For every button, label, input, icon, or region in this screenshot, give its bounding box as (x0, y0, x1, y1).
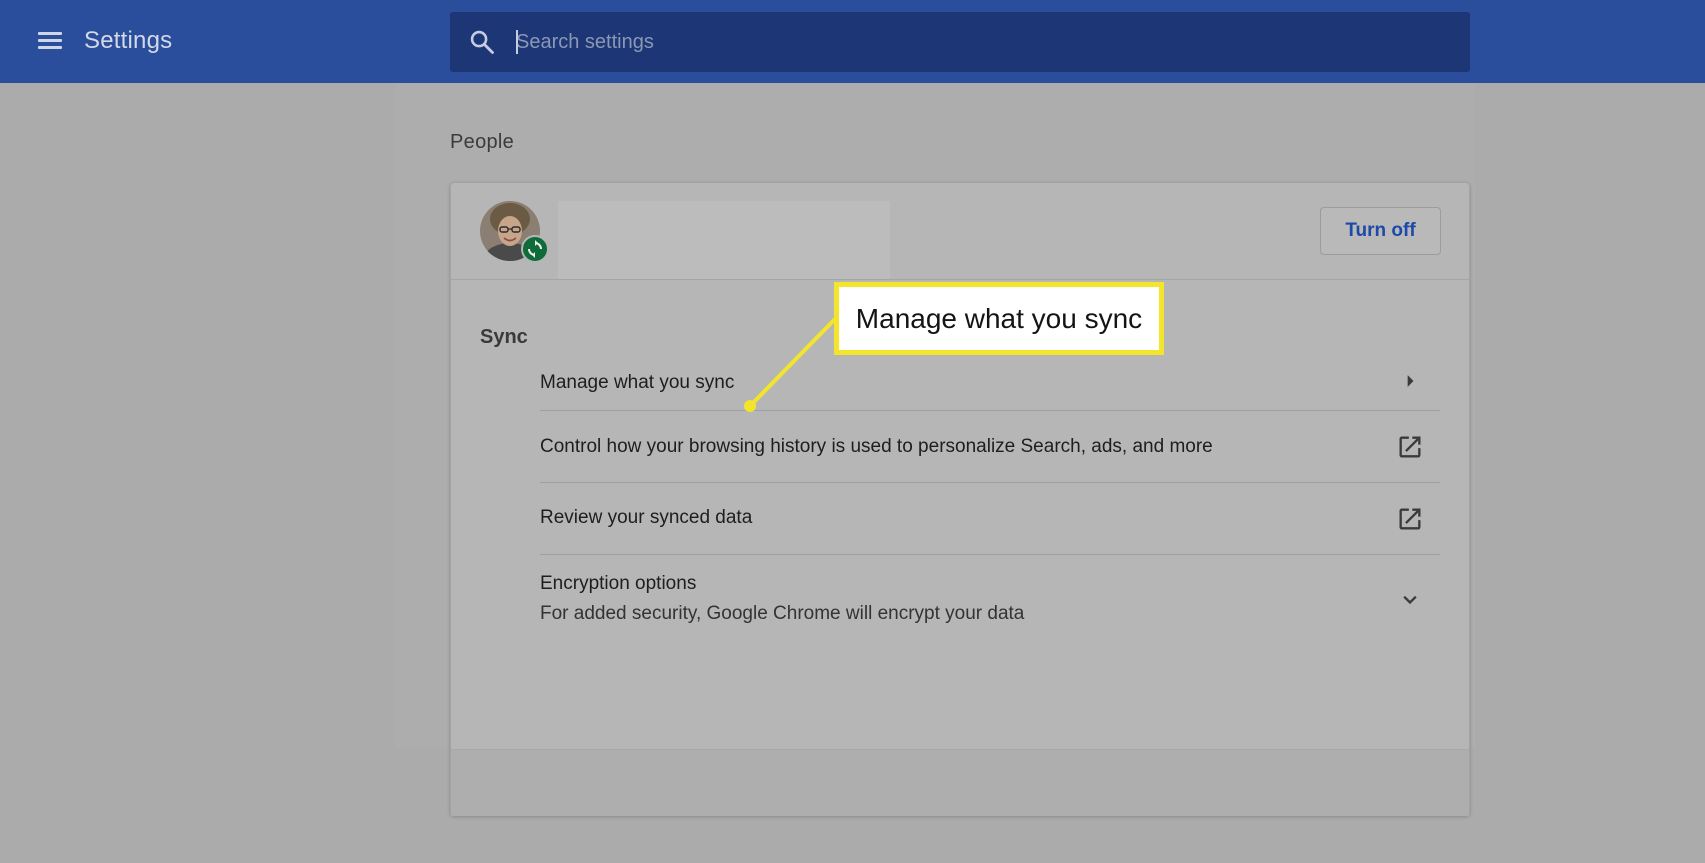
row-label: Manage what you sync (540, 372, 735, 393)
callout-text: Manage what you sync (855, 303, 1143, 334)
review-synced-data-row[interactable]: Review your synced data (540, 483, 1440, 555)
open-in-new-icon (1399, 436, 1421, 458)
chevron-down-icon (1403, 595, 1417, 605)
sync-section-label: Sync (480, 326, 528, 348)
chevron-right-icon (1407, 375, 1414, 387)
browsing-history-controls-row[interactable]: Control how your browsing history is use… (540, 411, 1440, 483)
section-heading-people: People (450, 131, 515, 153)
row-label: Control how your browsing history is use… (540, 436, 1213, 457)
search-input[interactable] (516, 22, 1436, 62)
search-box[interactable] (450, 12, 1470, 72)
callout-box: Manage what you sync (834, 282, 1164, 355)
card-footer (451, 749, 1469, 816)
encryption-options-row[interactable]: Encryption options For added security, G… (540, 555, 1440, 643)
people-card: Turn off Sync Manage what you sync Contr… (450, 182, 1470, 816)
account-name-redacted (558, 201, 890, 279)
sync-icon (521, 235, 549, 263)
top-bar: Settings (0, 0, 1705, 83)
row-sublabel: For added security, Google Chrome will e… (540, 603, 1025, 624)
turn-off-sync-button[interactable]: Turn off (1320, 207, 1441, 255)
search-icon[interactable] (468, 28, 496, 56)
hamburger-menu-icon[interactable] (36, 26, 66, 56)
open-in-new-icon (1399, 508, 1421, 530)
account-header: Turn off (451, 183, 1469, 280)
page-title: Settings (84, 27, 173, 54)
row-label: Review your synced data (540, 507, 753, 528)
text-caret (516, 30, 518, 54)
row-label: Encryption options (540, 573, 697, 594)
manage-what-you-sync-row[interactable]: Manage what you sync (540, 351, 1440, 411)
